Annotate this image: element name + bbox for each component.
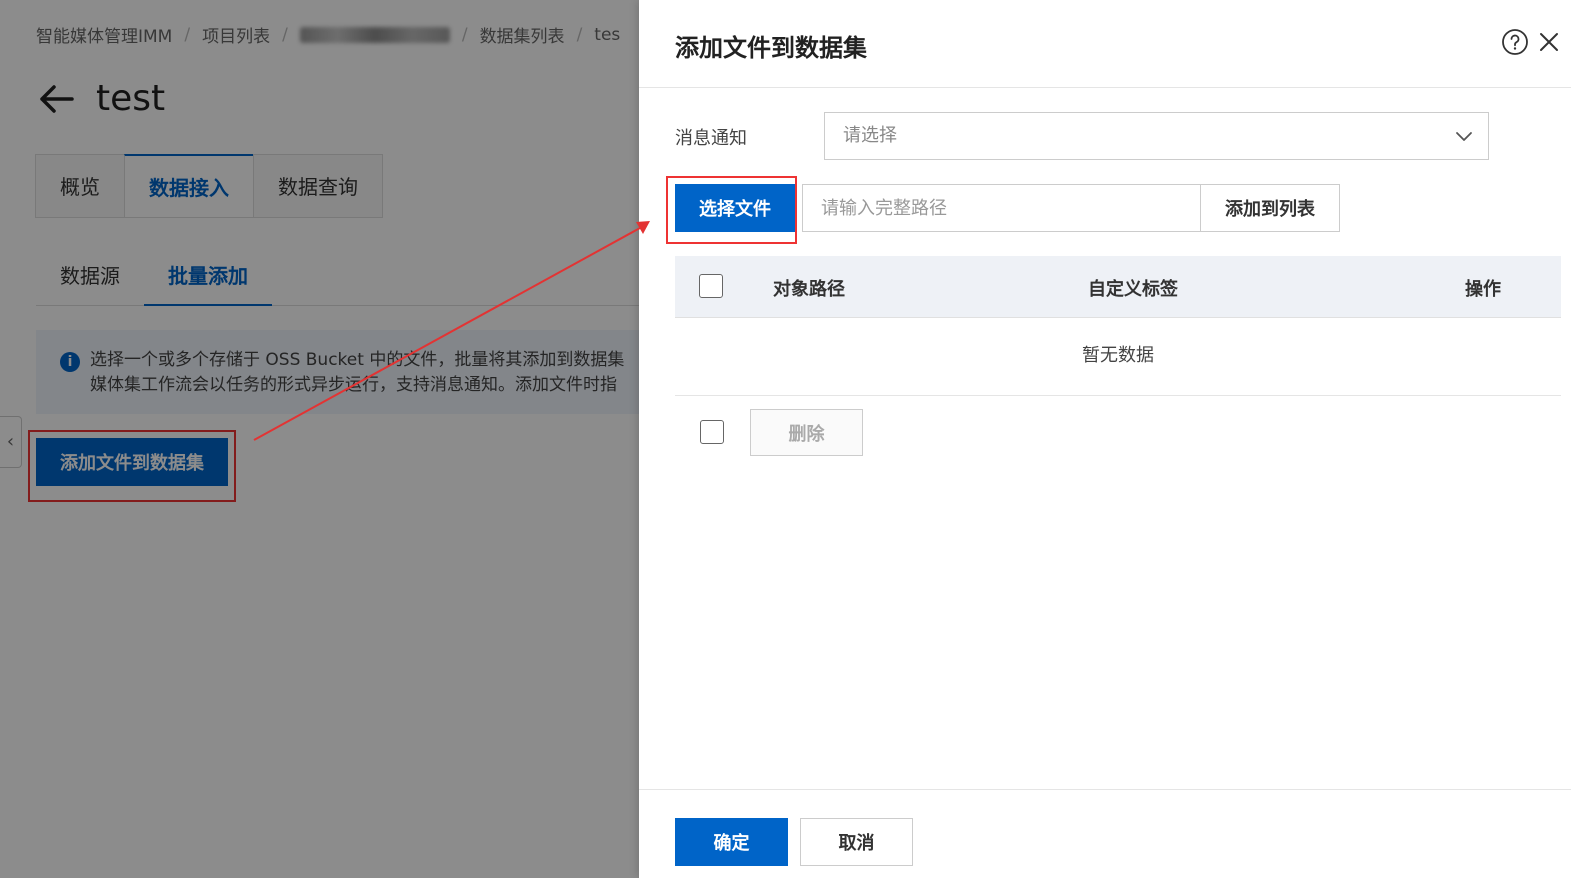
select-all-checkbox[interactable] bbox=[699, 274, 723, 298]
add-to-list-button[interactable]: 添加到列表 bbox=[1200, 184, 1340, 232]
close-icon[interactable] bbox=[1537, 30, 1561, 54]
modal-overlay[interactable] bbox=[0, 0, 640, 878]
background-page: 智能媒体管理IMM / 项目列表 / / 数据集列表 / tes test 概览… bbox=[0, 0, 640, 878]
notify-select[interactable]: 请选择 bbox=[824, 112, 1489, 160]
drawer-footer: 确定 取消 bbox=[639, 789, 1571, 878]
delete-button[interactable]: 删除 bbox=[750, 409, 863, 456]
path-input[interactable] bbox=[802, 184, 1201, 232]
column-actions: 操作 bbox=[1465, 279, 1501, 300]
empty-state: 暂无数据 bbox=[675, 318, 1561, 396]
column-custom-labels: 自定义标签 bbox=[1088, 279, 1178, 300]
bulk-select-checkbox[interactable] bbox=[700, 420, 724, 444]
confirm-button[interactable]: 确定 bbox=[675, 818, 788, 866]
column-object-path: 对象路径 bbox=[773, 279, 845, 300]
drawer-header: 添加文件到数据集 bbox=[639, 0, 1571, 88]
highlight-box-select-file bbox=[666, 176, 797, 244]
cancel-button[interactable]: 取消 bbox=[800, 818, 913, 866]
table-header: 对象路径 自定义标签 操作 bbox=[675, 256, 1561, 318]
chevron-down-icon bbox=[1456, 132, 1472, 141]
notify-label: 消息通知 bbox=[675, 128, 747, 149]
drawer-title: 添加文件到数据集 bbox=[675, 34, 867, 62]
notify-select-placeholder: 请选择 bbox=[843, 125, 897, 146]
help-icon[interactable] bbox=[1501, 28, 1529, 56]
add-files-drawer: 添加文件到数据集 消息通知 请选择 选择文件 添加到列表 对象路径 自定义标签 … bbox=[639, 0, 1571, 878]
